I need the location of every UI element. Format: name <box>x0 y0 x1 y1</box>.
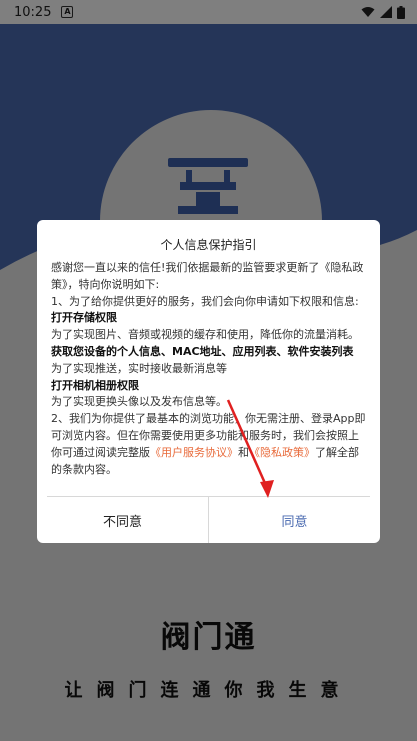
dialog-point-1: 1、为了给你提供更好的服务，我们会向你申请如下权限和信息: <box>51 294 359 308</box>
dialog-title: 个人信息保护指引 <box>160 238 257 252</box>
permission-storage-title: 打开存储权限 <box>51 311 117 325</box>
dialog-intro: 感谢您一直以来的信任!我们依据最新的监管要求更新了《隐私政策》，特向你说明如下: <box>51 261 364 291</box>
dialog-terms-line: 你可通过阅读完整版《用户服务协议》和《隐私政策》了解全部的条款内容。 <box>51 445 369 479</box>
dialog-point-2: 2、我们为你提供了最基本的浏览功能，你无需注册、登录App即可浏览内容。但在你需… <box>51 412 366 442</box>
terms-and: 和 <box>238 445 249 459</box>
disagree-button[interactable]: 不同意 <box>37 497 208 543</box>
permission-camera-title: 打开相机相册权限 <box>51 378 139 392</box>
permission-device-info-desc: 为了实现推送，实时接收最新消息等 <box>51 361 227 375</box>
user-agreement-link[interactable]: 《用户服务协议》 <box>150 446 238 459</box>
terms-prefix: 你可通过阅读完整版 <box>51 445 150 459</box>
permission-camera-desc: 为了实现更换头像以及发布信息等。 <box>51 395 227 409</box>
dialog-body[interactable]: 感谢您一直以来的信任!我们依据最新的监管要求更新了《隐私政策》，特向你说明如下:… <box>51 260 369 496</box>
permission-storage-desc: 为了实现图片、音频或视频的缓存和使用，降低你的流量消耗。 <box>51 328 359 342</box>
permission-device-info-title: 获取您设备的个人信息、MAC地址、应用列表、软件安装列表 <box>51 344 354 358</box>
agree-button[interactable]: 同意 <box>209 497 380 543</box>
privacy-policy-link[interactable]: 《隐私政策》 <box>249 446 315 459</box>
privacy-dialog: 个人信息保护指引 感谢您一直以来的信任!我们依据最新的监管要求更新了《隐私政策》… <box>37 220 380 543</box>
